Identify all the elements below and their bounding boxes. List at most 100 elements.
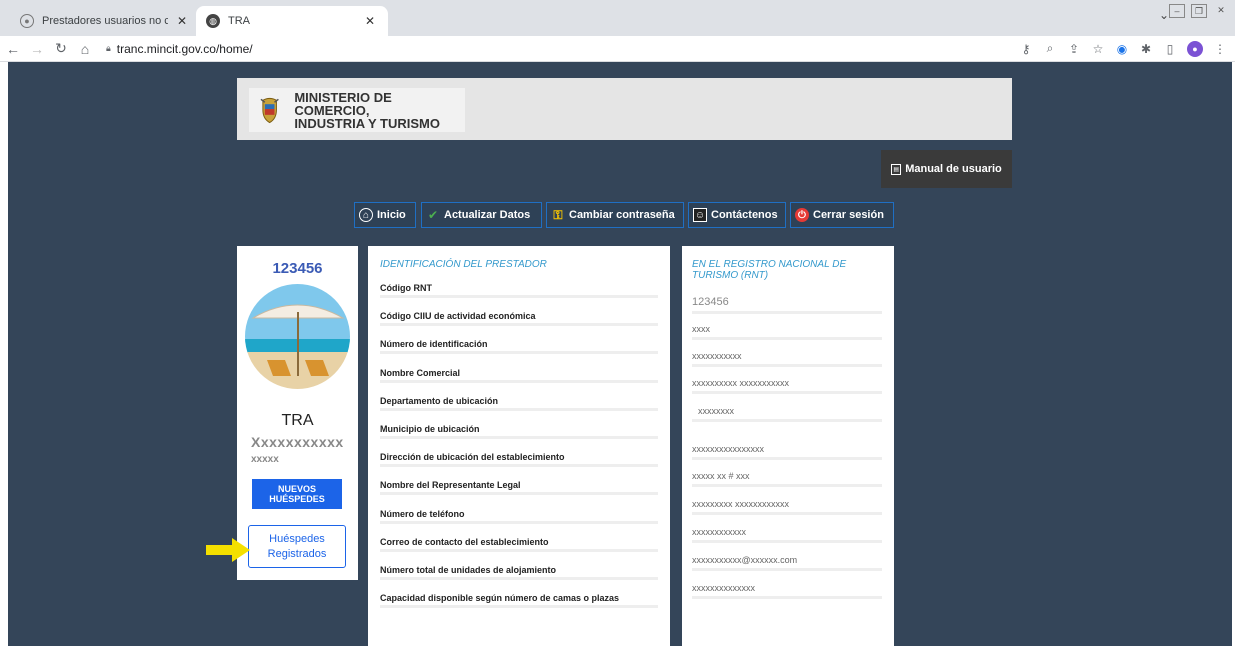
back-icon[interactable]: ← (2, 41, 24, 57)
nuevos-huespedes-button[interactable]: NUEVOS HUÉSPEDES (252, 479, 342, 509)
profile-name: TRA (281, 412, 314, 429)
toolbar-actions: ⚷ ⌕ ⇪ ☆ ◉ ✱ ▯ ● ⋮ (1019, 40, 1227, 57)
field-divider (380, 351, 658, 355)
home-icon: ⌂ (359, 208, 373, 222)
side-panel-icon[interactable]: ▯ (1163, 42, 1177, 56)
restore-icon[interactable]: ❐ (1191, 4, 1207, 18)
field-label: Correo de contacto del establecimiento (380, 536, 549, 547)
field-label: Municipio de ubicación (380, 424, 480, 434)
power-icon: ⏻ (795, 208, 809, 222)
profile-avatar-icon[interactable]: ● (1187, 40, 1203, 57)
page-body: MINISTERIO DE COMERCIO, INDUSTRIA Y TURI… (8, 62, 1232, 646)
rnt-divider (692, 568, 882, 571)
field-label: Número de identificación (380, 339, 488, 350)
profile-photo (245, 284, 350, 389)
field-divider (380, 379, 658, 383)
home-browser-icon[interactable]: ⌂ (74, 41, 96, 57)
field-label: Nombre del Representante Legal (380, 480, 521, 491)
reload-icon[interactable]: ↻ (50, 40, 72, 57)
identificacion-card: IDENTIFICACIÓN DEL PRESTADOR Código RNT C… (368, 246, 670, 646)
huespedes-registrados-button[interactable]: Huéspedes Registrados (248, 525, 346, 568)
nav-label: Contáctenos (711, 209, 778, 221)
nav-cambiar-button[interactable]: ⚿ Cambiar contraseña (546, 202, 684, 228)
field-divider (380, 520, 658, 524)
rnt-divider (692, 364, 882, 367)
field-divider (380, 548, 658, 552)
more-menu-icon[interactable]: ⋮ (1213, 42, 1227, 56)
rnt-divider (692, 484, 882, 487)
manual-button[interactable]: ▤ Manual de usuario (881, 150, 1012, 188)
globe-icon: ◍ (206, 14, 220, 28)
rnt-card: EN EL REGISTRO NACIONAL DE TURISMO (RNT)… (682, 246, 894, 646)
rnt-number: 123456 (272, 260, 323, 277)
lock-icon: 🔒︎ (106, 43, 111, 53)
key-icon[interactable]: ⚷ (1019, 42, 1033, 56)
rnt-divider (692, 419, 882, 422)
field-divider (380, 436, 658, 439)
nav-label: Actualizar Datos (444, 209, 531, 221)
profile-card: 123456 TRA Xxxxxxxxxxx xxxxx NUEVOS HUÉS… (237, 246, 358, 580)
browser-tab-tra[interactable]: ◍ TRA ✕ (196, 6, 388, 36)
nav-contactenos-button[interactable]: ☺ Contáctenos (688, 202, 786, 228)
nav-actualizar-button[interactable]: ✔ Actualizar Datos (421, 202, 542, 228)
browser-tab-prestadores[interactable]: ● Prestadores usuarios no conecta ✕ (10, 6, 200, 36)
rnt-divider (692, 540, 882, 543)
rnt-value: xxxx (692, 324, 710, 334)
address-bar[interactable]: 🔒︎ tranc.mincit.gov.co/home/ (106, 42, 1019, 56)
beach-photo (245, 284, 350, 389)
tab-close-icon[interactable]: ✕ (174, 14, 190, 28)
field-label: Capacidad disponible según número de cam… (380, 593, 620, 604)
site-favicon-icon: ● (20, 14, 34, 28)
ministry-logo: MINISTERIO DE COMERCIO, INDUSTRIA Y TURI… (249, 88, 465, 132)
browser-tabstrip: ● Prestadores usuarios no conecta ✕ ◍ TR… (0, 0, 1235, 36)
rnt-value: xxxxxxxxxxxxxx (692, 583, 755, 593)
close-window-icon[interactable]: ✕ (1213, 4, 1229, 18)
bookmark-star-icon[interactable]: ☆ (1091, 42, 1105, 56)
profile-subtitle: Xxxxxxxxxxx (251, 434, 344, 450)
puzzle-icon[interactable]: ✱ (1139, 42, 1153, 56)
minimize-icon[interactable]: – (1169, 4, 1185, 18)
pdf-icon: ▤ (891, 163, 902, 175)
rnt-value: xxxxxxxx (698, 406, 734, 416)
header-banner: MINISTERIO DE COMERCIO, INDUSTRIA Y TURI… (237, 78, 1012, 140)
profile-subtitle-2: xxxxx (251, 454, 279, 465)
yellow-arrow-icon (206, 538, 250, 562)
field-label: Código CIIU de actividad económica (380, 311, 536, 322)
field-divider (380, 407, 658, 411)
forward-icon[interactable]: → (26, 41, 48, 57)
zoom-icon[interactable]: ⌕ (1043, 41, 1057, 56)
tab-search-chevron-icon[interactable]: ⌄ (1159, 8, 1169, 22)
field-divider (380, 492, 658, 496)
contact-book-icon: ☺ (693, 208, 707, 222)
rnt-value: xxxxxxxxxx xxxxxxxxxxx (692, 378, 790, 388)
field-label: Dirección de ubicación del establecimien… (380, 452, 565, 463)
checkmark-icon: ✔ (427, 208, 439, 222)
share-icon[interactable]: ⇪ (1067, 42, 1081, 56)
nav-cerrar-button[interactable]: ⏻ Cerrar sesión (790, 202, 894, 228)
nav-label: Cambiar contraseña (569, 209, 675, 221)
rnt-value: xxxxxxxxxxx@xxxxxx.com (692, 555, 798, 565)
window-controls: – ❐ ✕ (1169, 4, 1229, 18)
rnt-value: xxxxxxxxxxx (692, 351, 742, 361)
field-divider (380, 323, 658, 327)
rnt-value: 123456 (692, 296, 729, 308)
key-icon: ⚿ (553, 207, 563, 222)
coat-of-arms-icon (260, 97, 279, 124)
rnt-divider (692, 311, 882, 314)
field-label: Código RNT (380, 283, 432, 293)
tab-close-icon[interactable]: ✕ (362, 14, 378, 28)
rnt-value: xxxxxxxxxxxx (692, 527, 746, 537)
extension-icon[interactable]: ◉ (1115, 42, 1129, 56)
browser-toolbar: ← → ↻ ⌂ 🔒︎ tranc.mincit.gov.co/home/ ⚷ ⌕… (0, 36, 1235, 62)
field-label: Nombre Comercial (380, 367, 461, 378)
field-label: Número de teléfono (380, 508, 465, 519)
ministry-name: MINISTERIO DE COMERCIO, INDUSTRIA Y TURI… (294, 89, 440, 131)
nav-inicio-button[interactable]: ⌂ Inicio (354, 202, 416, 228)
manual-button-label: Manual de usuario (905, 163, 1002, 175)
rnt-divider (692, 457, 882, 460)
rnt-divider (692, 391, 882, 394)
nav-label: Cerrar sesión (813, 209, 884, 221)
identificacion-title: IDENTIFICACIÓN DEL PRESTADOR (380, 259, 547, 270)
field-label: Número total de unidades de alojamiento (380, 565, 557, 575)
field-divider (380, 605, 658, 609)
